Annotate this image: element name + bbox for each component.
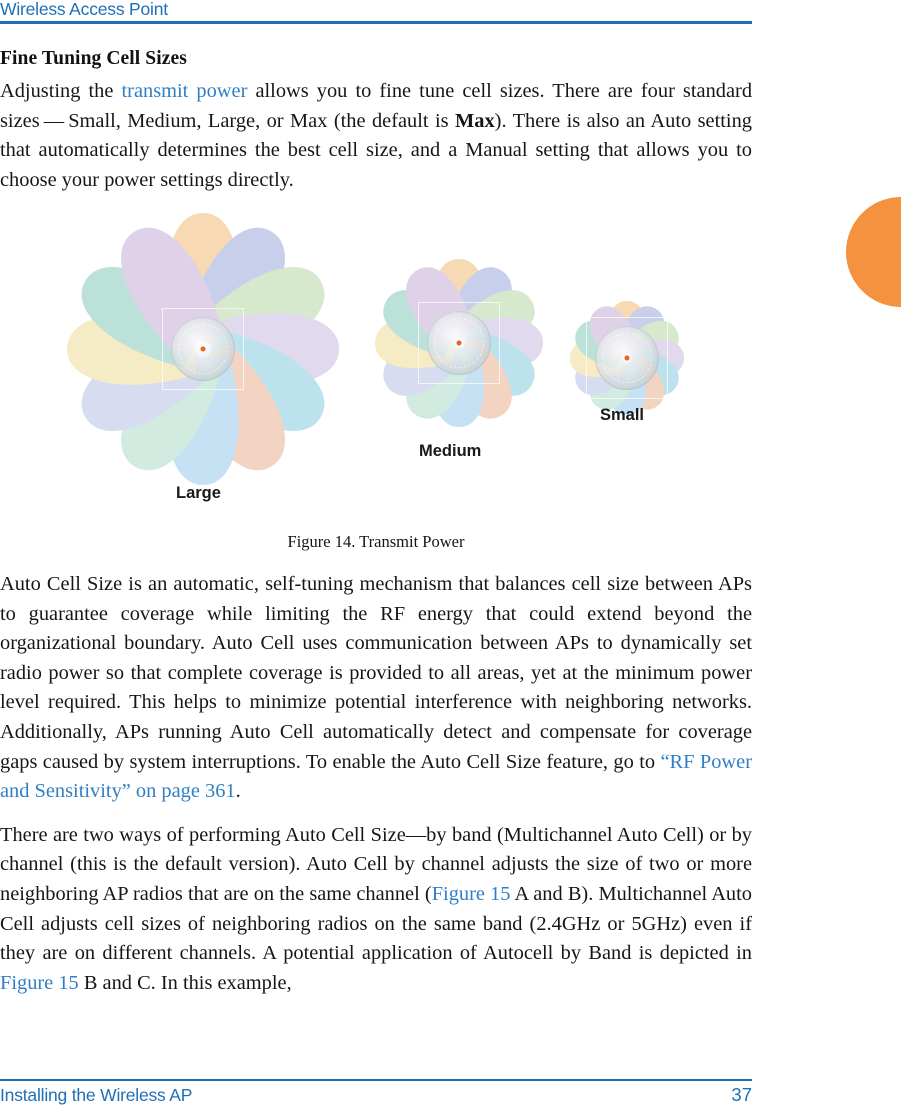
medium-cell-label: Medium — [419, 442, 482, 460]
small-cell-diagram — [565, 296, 689, 420]
figure-15-link-a[interactable]: Figure 15 — [432, 883, 511, 905]
paragraph-intro: Adjusting the transmit power allows you … — [0, 77, 752, 195]
figure-transmit-power: Large Medium Small Figure 14. Transmit P… — [0, 196, 752, 564]
page-content-lower: Auto Cell Size is an automatic, self-tun… — [0, 570, 752, 998]
section-heading: Fine Tuning Cell Sizes — [0, 48, 187, 69]
para2-text-1: Auto Cell Size is an automatic, self-tun… — [0, 573, 752, 773]
footer-page-number: 37 — [731, 1084, 752, 1105]
para1-bold-max: Max — [455, 109, 495, 132]
running-header: Wireless Access Point — [0, 0, 752, 24]
footer-row: Installing the Wireless AP 37 — [0, 1084, 752, 1106]
para1-text-1: Adjusting the — [0, 80, 122, 102]
large-hub-bracket — [162, 308, 244, 390]
large-cell-diagram — [58, 204, 348, 494]
page-content: Fine Tuning Cell Sizes Adjusting the tra… — [0, 40, 752, 209]
para3-text-3: B and C. In this example, — [78, 971, 292, 994]
footer-rule — [0, 1079, 752, 1081]
medium-cell-diagram — [369, 253, 549, 433]
medium-hub-bracket — [418, 302, 500, 384]
header-rule — [0, 21, 752, 24]
running-header-title: Wireless Access Point — [0, 0, 168, 19]
figure-caption: Figure 14. Transmit Power — [287, 532, 465, 551]
paragraph-auto-cell: Auto Cell Size is an automatic, self-tun… — [0, 570, 752, 807]
footer-chapter-title: Installing the Wireless AP — [0, 1085, 193, 1105]
large-cell-label: Large — [176, 484, 221, 502]
transmit-power-link[interactable]: transmit power — [122, 80, 248, 102]
page-footer: Installing the Wireless AP 37 — [0, 1079, 752, 1106]
orange-edge-tab — [846, 197, 901, 307]
small-cell-label: Small — [600, 406, 645, 424]
small-hub-bracket — [586, 317, 668, 399]
paragraph-two-ways: There are two ways of performing Auto Ce… — [0, 821, 752, 999]
figure-15-link-b[interactable]: Figure 15 — [0, 972, 79, 994]
para2-text-2: . — [235, 780, 241, 803]
document-page: Wireless Access Point Fine Tuning Cell S… — [0, 0, 901, 1114]
